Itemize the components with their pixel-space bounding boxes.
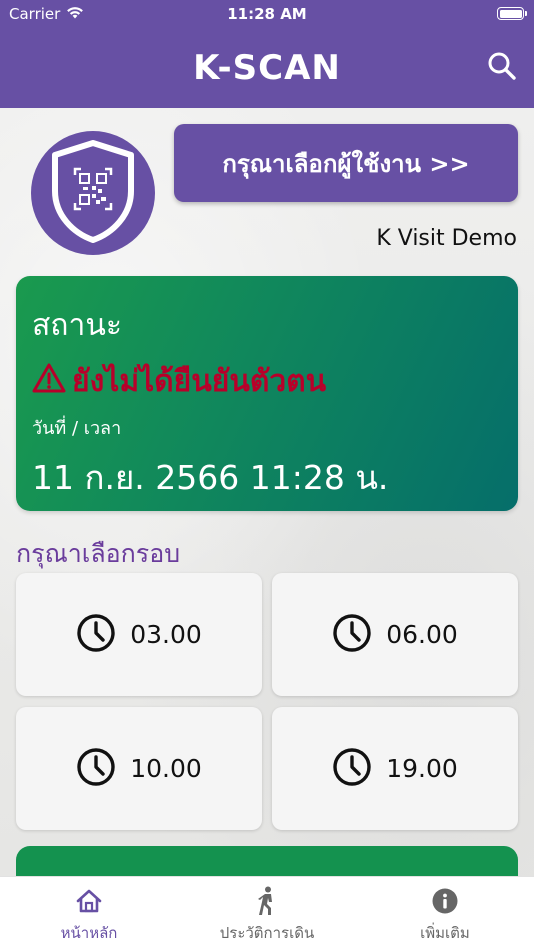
warning-icon <box>32 363 66 401</box>
tab-label: เพิ่มเติม <box>420 924 470 942</box>
round-time: 06.00 <box>386 620 458 649</box>
shield-qr-icon <box>45 137 141 249</box>
clock-icon <box>76 613 116 657</box>
select-user-button[interactable]: กรุณาเลือกผู้ใช้งาน >> <box>174 124 518 202</box>
tab-home[interactable]: หน้าหลัก <box>0 887 178 947</box>
tab-label: ประวัติการเดิน <box>219 924 315 942</box>
app-header: Carrier 11:28 AM K-SCAN <box>0 0 534 108</box>
app-title: K-SCAN <box>193 48 341 88</box>
status-label: สถานะ <box>32 308 122 343</box>
round-time: 19.00 <box>386 754 458 783</box>
shield-qr-badge <box>31 131 155 255</box>
clock-icon <box>332 613 372 657</box>
rounds-title: กรุณาเลือกรอบ <box>16 539 181 568</box>
status-card: สถานะ ยังไม่ได้ยืนยันตัวตน วันที่ / เวลา… <box>16 276 518 511</box>
clock-icon <box>332 747 372 791</box>
round-button-0600[interactable]: 06.00 <box>272 573 518 696</box>
round-time: 03.00 <box>130 620 202 649</box>
round-button-0300[interactable]: 03.00 <box>16 573 262 696</box>
verification-warning: ยังไม่ได้ยืนยันตัวตน <box>32 358 326 405</box>
walking-person-icon <box>253 886 281 915</box>
search-icon <box>487 51 517 85</box>
home-icon <box>75 887 103 915</box>
tab-label: หน้าหลัก <box>60 924 118 942</box>
info-icon <box>431 887 459 915</box>
warning-text: ยังไม่ได้ยืนยันตัวตน <box>72 364 327 399</box>
datetime-label: วันที่ / เวลา <box>32 418 122 439</box>
status-bar: Carrier 11:28 AM <box>0 0 534 28</box>
battery-icon <box>497 7 527 20</box>
round-time: 10.00 <box>130 754 202 783</box>
datetime-value: 11 ก.ย. 2566 11:28 น. <box>32 458 389 497</box>
tab-more[interactable]: เพิ่มเติม <box>356 887 534 947</box>
bottom-tab-bar: หน้าหลัก ประวัติการเดิน เพิ่มเติม <box>0 876 534 950</box>
round-button-1900[interactable]: 19.00 <box>272 707 518 830</box>
status-time: 11:28 AM <box>227 5 307 23</box>
tab-walking-history[interactable]: ประวัติการเดิน <box>178 886 356 947</box>
organization-name: K Visit Demo <box>376 226 517 251</box>
round-button-1000[interactable]: 10.00 <box>16 707 262 830</box>
clock-icon <box>76 747 116 791</box>
search-button[interactable] <box>486 52 518 84</box>
